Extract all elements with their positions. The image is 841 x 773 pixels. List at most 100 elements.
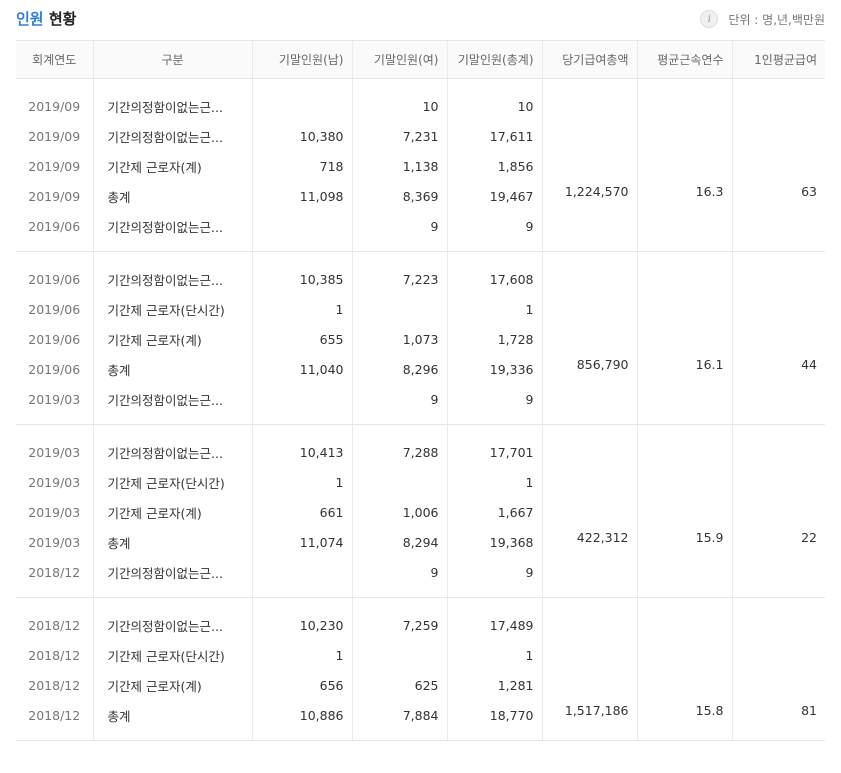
cell-female: 8,294 [351, 527, 447, 557]
cell-category: 총계 [92, 700, 252, 741]
cell-female [351, 294, 447, 324]
table-row: 2019/06 기간의정함이없는근... 10,385 7,223 17,608 856,… [16, 251, 825, 425]
cell-female: 8,296 [351, 354, 447, 384]
cell-category: 기간제 근로자(단시간) [92, 467, 252, 497]
cell-fiscal-year: 2019/06 [28, 301, 81, 317]
cell-total: 17,701 [446, 424, 542, 467]
cell-total: 1,856 [446, 151, 542, 181]
cell-female: 10 [351, 78, 447, 121]
cell-total: 1 [446, 467, 542, 497]
cell-female: 7,223 [351, 251, 447, 294]
cell-total: 9 [446, 384, 542, 425]
cell-avg-salary: 22 [731, 424, 825, 598]
cell-male: 11,040 [251, 354, 352, 384]
cell-avg-tenure: 15.8 [636, 597, 732, 741]
cell-avg-tenure: 16.1 [636, 251, 732, 425]
table-body: 2019/09 기간의정함이없는근... 10 10 1,224,570 16.3 63 20… [16, 78, 825, 741]
info-icon[interactable]: i [700, 10, 719, 28]
cell-category: 기간의정함이없는근... [92, 78, 252, 121]
cell-female: 1,073 [351, 324, 447, 354]
cell-total: 9 [446, 211, 542, 252]
cell-salary-total: 1,517,186 [541, 597, 637, 741]
table-row: 2018/12 기간의정함이없는근... 10,230 7,259 17,489 1,51… [16, 597, 825, 741]
cell-total: 17,489 [446, 597, 542, 640]
cell-fiscal-year: 2018/12 [16, 700, 93, 741]
cell-female: 7,259 [351, 597, 447, 640]
cell-total: 19,368 [446, 527, 542, 557]
cell-category: 기간제 근로자(단시간) [92, 640, 252, 670]
col-header-avg-salary: 1인평균급여 [731, 40, 825, 79]
cell-salary-total: 856,790 [541, 251, 637, 425]
cell-category: 기간제 근로자(계) [92, 497, 252, 527]
cell-total: 9 [446, 557, 542, 598]
cell-male: 10,385 [251, 251, 352, 294]
col-header-salary-total: 당기급여총액 [541, 40, 637, 79]
cell-male: 10,413 [251, 424, 352, 467]
cell-total: 1 [446, 640, 542, 670]
cell-female: 7,884 [351, 700, 447, 741]
cell-male: 661 [251, 497, 352, 527]
section-title: 인원 현황 [16, 8, 76, 29]
cell-fiscal-year: 2019/03 [28, 534, 81, 550]
cell-male: 655 [251, 324, 352, 354]
cell-category: 총계 [92, 354, 252, 384]
cell-male: 718 [251, 151, 352, 181]
cell-total: 17,608 [446, 251, 542, 294]
cell-female [351, 467, 447, 497]
col-header-avg-tenure: 평균근속연수 [636, 40, 732, 79]
cell-category: 기간제 근로자(단시간) [92, 294, 252, 324]
cell-fiscal-year: 2019/06 [28, 331, 81, 347]
cell-male: 10,886 [251, 700, 352, 741]
table-row: 2019/03 기간의정함이없는근... 10,413 7,288 17,701 422,… [16, 424, 825, 598]
cell-fiscal-year: 2019/09 [28, 128, 81, 144]
col-header-fiscal-year: 회계연도 [16, 40, 93, 79]
cell-fiscal-year: 2019/06 [28, 271, 81, 287]
cell-avg-salary: 63 [731, 78, 825, 252]
cell-fiscal-year: 2019/09 [28, 188, 81, 204]
cell-male [251, 384, 352, 425]
cell-total: 17,611 [446, 121, 542, 151]
cell-category: 기간의정함이없는근... [92, 424, 252, 467]
unit-label: 단위 : 명,년,백만원 [728, 12, 825, 27]
cell-category: 기간제 근로자(계) [92, 324, 252, 354]
section-title-rest: 현황 [48, 10, 77, 28]
cell-male: 10,230 [251, 597, 352, 640]
cell-category: 기간의정함이없는근... [92, 211, 252, 252]
col-header-category: 구분 [92, 40, 252, 79]
cell-male: 1 [251, 294, 352, 324]
headcount-table: 회계연도 구분 기말인원(남) 기말인원(여) 기말인원(총계) 당기급여총액 … [16, 40, 825, 741]
cell-total: 19,336 [446, 354, 542, 384]
cell-female: 1,138 [351, 151, 447, 181]
cell-female: 9 [351, 557, 447, 598]
table-row: 2019/09 기간의정함이없는근... 10 10 1,224,570 16.3 63 [16, 78, 825, 252]
cell-total: 1,728 [446, 324, 542, 354]
cell-avg-tenure: 16.3 [636, 78, 732, 252]
cell-total: 1,667 [446, 497, 542, 527]
cell-female: 9 [351, 384, 447, 425]
cell-fiscal-year: 2019/03 [28, 504, 81, 520]
cell-avg-tenure: 15.9 [636, 424, 732, 598]
cell-avg-salary: 81 [731, 597, 825, 741]
section-title-highlight: 인원 [16, 10, 44, 28]
cell-male: 11,074 [251, 527, 352, 557]
cell-fiscal-year: 2018/12 [28, 677, 81, 693]
unit-note: i 단위 : 명,년,백만원 [700, 10, 825, 28]
cell-female: 9 [351, 211, 447, 252]
cell-female: 7,231 [351, 121, 447, 151]
cell-category: 기간의정함이없는근... [92, 557, 252, 598]
cell-fiscal-year: 2018/12 [28, 647, 81, 663]
cell-category: 기간제 근로자(계) [92, 670, 252, 700]
cell-female: 1,006 [351, 497, 447, 527]
cell-total: 10 [446, 78, 542, 121]
cell-fiscal-year: 2018/12 [16, 557, 93, 598]
cell-category: 기간의정함이없는근... [92, 121, 252, 151]
cell-total: 1,281 [446, 670, 542, 700]
cell-fiscal-year: 2019/03 [28, 444, 81, 460]
cell-category: 기간의정함이없는근... [92, 384, 252, 425]
cell-female: 7,288 [351, 424, 447, 467]
cell-male: 11,098 [251, 181, 352, 211]
cell-male [251, 211, 352, 252]
cell-total: 19,467 [446, 181, 542, 211]
cell-fiscal-year: 2019/03 [28, 474, 81, 490]
cell-category: 기간의정함이없는근... [92, 597, 252, 640]
